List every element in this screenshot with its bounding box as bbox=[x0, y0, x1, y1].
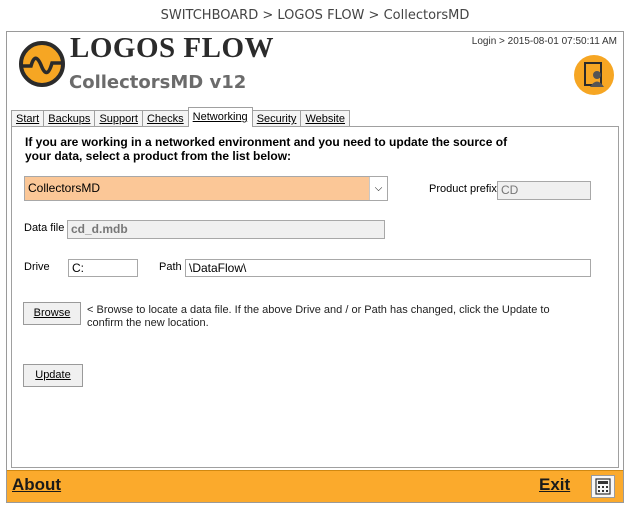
window-title: SWITCHBOARD > LOGOS FLOW > CollectorsMD bbox=[0, 0, 630, 31]
tab-support[interactable]: Support bbox=[94, 110, 143, 127]
browse-button[interactable]: Browse bbox=[23, 302, 81, 325]
logos-flow-logo-icon bbox=[19, 41, 65, 87]
browse-help-text: < Browse to locate a data file. If the a… bbox=[87, 304, 550, 329]
drive-label: Drive bbox=[24, 261, 50, 273]
tab-website[interactable]: Website bbox=[300, 110, 350, 127]
update-button[interactable]: Update bbox=[23, 364, 83, 387]
chevron-down-icon[interactable]: ⌵ bbox=[369, 177, 387, 200]
user-document-icon bbox=[574, 55, 614, 95]
tab-label: Checks bbox=[146, 113, 184, 125]
calculator-icon bbox=[595, 478, 611, 495]
tab-label: Website bbox=[305, 113, 345, 125]
product-prefix-field[interactable]: CD bbox=[497, 181, 591, 200]
data-file-label: Data file bbox=[24, 222, 65, 234]
product-select[interactable]: CollectorsMD ⌵ bbox=[24, 176, 388, 201]
update-button-label: Update bbox=[35, 369, 71, 381]
tab-label: Support bbox=[99, 113, 138, 125]
product-prefix-label: Product prefix bbox=[429, 183, 497, 195]
about-link[interactable]: About bbox=[12, 475, 61, 495]
browse-button-label: Browse bbox=[33, 307, 71, 319]
tab-label: Security bbox=[256, 113, 297, 125]
tab-security[interactable]: Security bbox=[251, 110, 302, 127]
drive-field[interactable]: C: bbox=[68, 259, 138, 277]
main-window: LOGOS FLOW CollectorsMD v12 Login > 2015… bbox=[6, 31, 624, 503]
app-subtitle: CollectorsMD v12 bbox=[69, 72, 247, 93]
data-file-field[interactable]: cd_d.mdb bbox=[67, 220, 385, 239]
login-timestamp: Login > 2015-08-01 07:50:11 AM bbox=[471, 36, 617, 47]
footer-bar: About Exit bbox=[7, 470, 623, 502]
product-select-value: CollectorsMD bbox=[28, 181, 101, 195]
intro-text: If you are working in a networked enviro… bbox=[25, 135, 508, 163]
tab-bar: Start Backups Support Checks Networking … bbox=[11, 107, 350, 127]
tab-checks[interactable]: Checks bbox=[141, 110, 189, 127]
tab-label: Networking bbox=[192, 111, 248, 123]
tab-label: Start bbox=[16, 113, 40, 125]
tab-label: Backups bbox=[48, 113, 91, 125]
tab-start[interactable]: Start bbox=[11, 110, 45, 127]
tab-networking[interactable]: Networking bbox=[187, 107, 253, 127]
calculator-button[interactable] bbox=[591, 475, 615, 498]
app-title: LOGOS FLOW bbox=[70, 32, 275, 64]
exit-link[interactable]: Exit bbox=[539, 475, 570, 495]
tab-backups[interactable]: Backups bbox=[43, 110, 96, 127]
path-label: Path bbox=[159, 261, 182, 273]
path-field[interactable]: \DataFlow\ bbox=[185, 259, 591, 277]
